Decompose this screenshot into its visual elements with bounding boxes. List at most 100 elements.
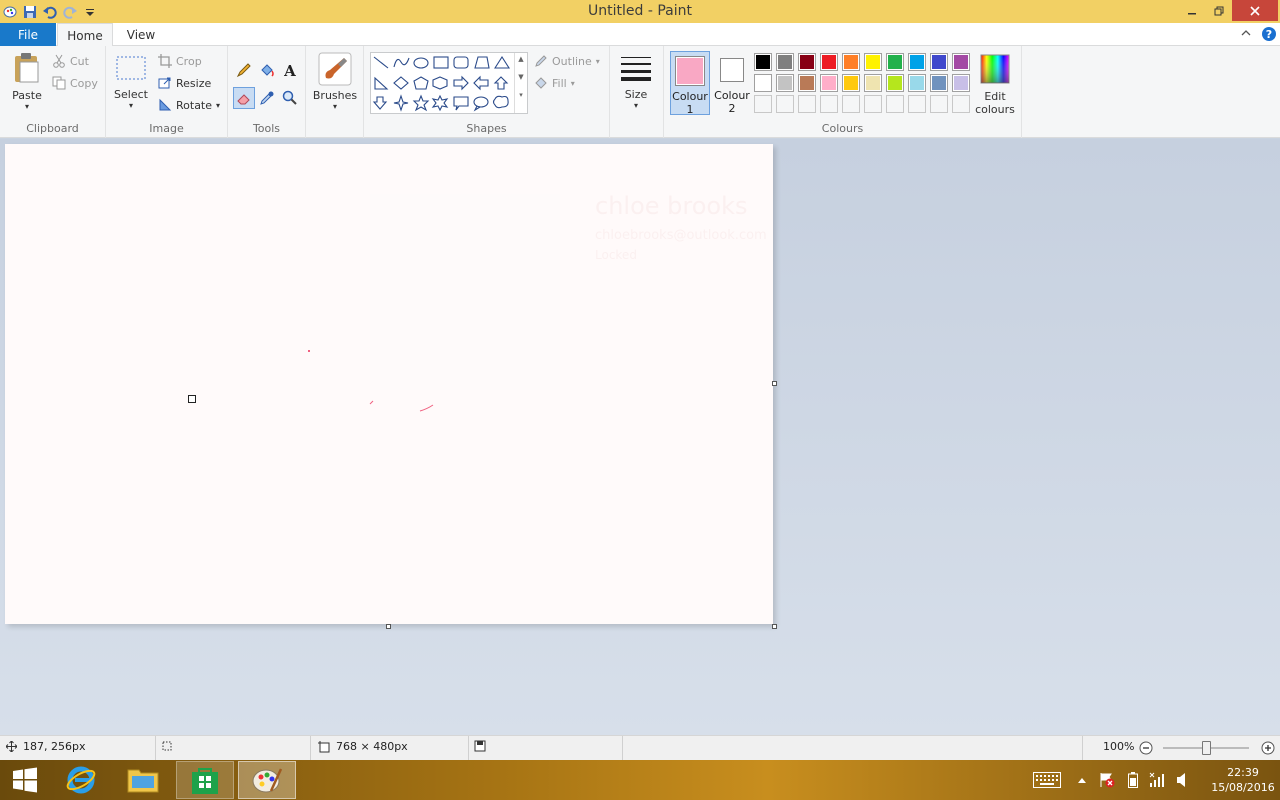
zoom-level-text: 100% [1103, 740, 1135, 753]
paint-app[interactable] [238, 761, 296, 799]
pencil-tool[interactable] [234, 60, 254, 80]
outline-button[interactable]: Outline ▾ [534, 54, 600, 68]
drawing-canvas[interactable]: chloe brooks chloebrooks@outlook.com Loc… [5, 144, 773, 624]
colour-swatch[interactable] [908, 74, 926, 92]
colour-swatch[interactable] [952, 53, 970, 71]
colour-swatch[interactable] [820, 53, 838, 71]
file-explorer-app[interactable] [114, 761, 172, 799]
zoom-out-icon [1139, 741, 1153, 755]
action-center-button[interactable] [1096, 772, 1118, 788]
title-bar: Untitled - Paint [0, 0, 1280, 23]
custom-colour-slot[interactable] [952, 95, 970, 113]
colour-swatch[interactable] [820, 74, 838, 92]
close-button[interactable] [1232, 0, 1278, 21]
start-button[interactable] [0, 761, 50, 799]
colour-swatch[interactable] [776, 53, 794, 71]
internet-explorer-app[interactable] [52, 761, 110, 799]
select-rectangle-icon [116, 56, 146, 80]
eraser-tool[interactable] [233, 87, 255, 109]
colour-swatch[interactable] [886, 74, 904, 92]
colour2-button[interactable]: Colour 2 [712, 51, 752, 115]
tab-file[interactable]: File [0, 23, 56, 46]
colour-swatch[interactable] [930, 74, 948, 92]
eraser-icon [237, 94, 250, 105]
colour-swatch[interactable] [776, 74, 794, 92]
edit-colours-label-1: Edit [984, 90, 1006, 103]
crop-button[interactable]: Crop [158, 54, 202, 68]
battery-button[interactable] [1122, 772, 1144, 788]
brushes-button[interactable]: Brushes ▾ [312, 52, 358, 111]
cut-button[interactable]: Cut [52, 54, 89, 68]
show-hidden-icons-button[interactable] [1074, 776, 1090, 784]
fill-tool[interactable] [257, 60, 277, 80]
minimize-button[interactable] [1178, 0, 1206, 21]
colour1-button[interactable]: Colour 1 [670, 51, 710, 116]
colour-swatch[interactable] [754, 74, 772, 92]
size-button[interactable]: Size ▾ [616, 54, 656, 110]
custom-colour-slot[interactable] [886, 95, 904, 113]
ribbon-tabs: File Home View ? [0, 23, 1280, 47]
faint-name-text: chloe brooks [595, 192, 748, 220]
custom-colour-slot[interactable] [930, 95, 948, 113]
line-size-icon [621, 57, 651, 81]
custom-colour-slot[interactable] [776, 95, 794, 113]
custom-colour-slot[interactable] [820, 95, 838, 113]
colour-swatch[interactable] [908, 53, 926, 71]
cursor-position: 187, 256px [6, 740, 85, 753]
zoom-slider-thumb[interactable] [1202, 741, 1211, 755]
resize-button[interactable]: Resize [158, 76, 211, 90]
tab-view[interactable]: View [116, 23, 166, 47]
zoom-in-button[interactable] [1261, 741, 1275, 758]
workspace: chloe brooks chloebrooks@outlook.com Loc… [0, 139, 1280, 735]
svg-text:A: A [283, 62, 296, 78]
custom-colour-slot[interactable] [864, 95, 882, 113]
touch-keyboard-button[interactable] [1032, 772, 1062, 788]
minimize-ribbon-icon[interactable] [1240, 27, 1252, 42]
fill-button[interactable]: Fill ▾ [534, 76, 575, 90]
shapes-scroll[interactable]: ▲ ▼ ▾ [514, 53, 527, 113]
flag-alert-icon [1100, 773, 1115, 788]
paint-palette-icon [252, 768, 283, 793]
tab-home[interactable]: Home [57, 23, 113, 47]
fill-bucket-icon [535, 77, 547, 89]
rotate-button[interactable]: Rotate ▾ [158, 98, 220, 112]
volume-button[interactable] [1172, 772, 1194, 788]
colour-swatch[interactable] [930, 53, 948, 71]
resize-handle-right[interactable] [772, 381, 777, 386]
fill-label: Fill [552, 76, 567, 90]
resize-handle-corner[interactable] [772, 624, 777, 629]
colour-swatch[interactable] [952, 74, 970, 92]
resize-handle-bottom[interactable] [386, 624, 391, 629]
network-button[interactable] [1146, 772, 1168, 788]
copy-button[interactable]: Copy [52, 76, 98, 90]
custom-colour-slot[interactable] [754, 95, 772, 113]
cut-label: Cut [70, 54, 89, 68]
custom-colour-slot[interactable] [908, 95, 926, 113]
select-button[interactable]: Select ▾ [114, 54, 148, 110]
clock[interactable]: 22:39 15/08/2016 [1208, 765, 1278, 795]
text-tool[interactable]: A [280, 60, 300, 80]
paste-icon [15, 53, 39, 83]
store-app[interactable] [176, 761, 234, 799]
colour-swatch[interactable] [842, 53, 860, 71]
colour-swatch[interactable] [798, 74, 816, 92]
custom-colour-slot[interactable] [842, 95, 860, 113]
colour-swatch[interactable] [842, 74, 860, 92]
colour-swatch[interactable] [798, 53, 816, 71]
magnifier-tool[interactable] [280, 88, 300, 108]
zoom-out-button[interactable] [1139, 741, 1153, 758]
colour-picker-tool[interactable] [257, 88, 277, 108]
custom-colour-slot[interactable] [798, 95, 816, 113]
maximize-button[interactable] [1206, 0, 1232, 21]
colour-swatch[interactable] [886, 53, 904, 71]
help-icon[interactable]: ? [1261, 26, 1277, 45]
colour-swatch[interactable] [864, 74, 882, 92]
system-tray: 22:39 15/08/2016 [1032, 760, 1278, 800]
paste-button[interactable]: Paste ▾ [6, 52, 48, 111]
edit-colours-button[interactable]: Edit colours [974, 54, 1016, 116]
colour-swatch[interactable] [754, 53, 772, 71]
faint-status-text: Locked [595, 248, 637, 262]
selection-size [161, 740, 173, 752]
colour-swatch[interactable] [864, 53, 882, 71]
internet-explorer-icon [66, 766, 96, 794]
